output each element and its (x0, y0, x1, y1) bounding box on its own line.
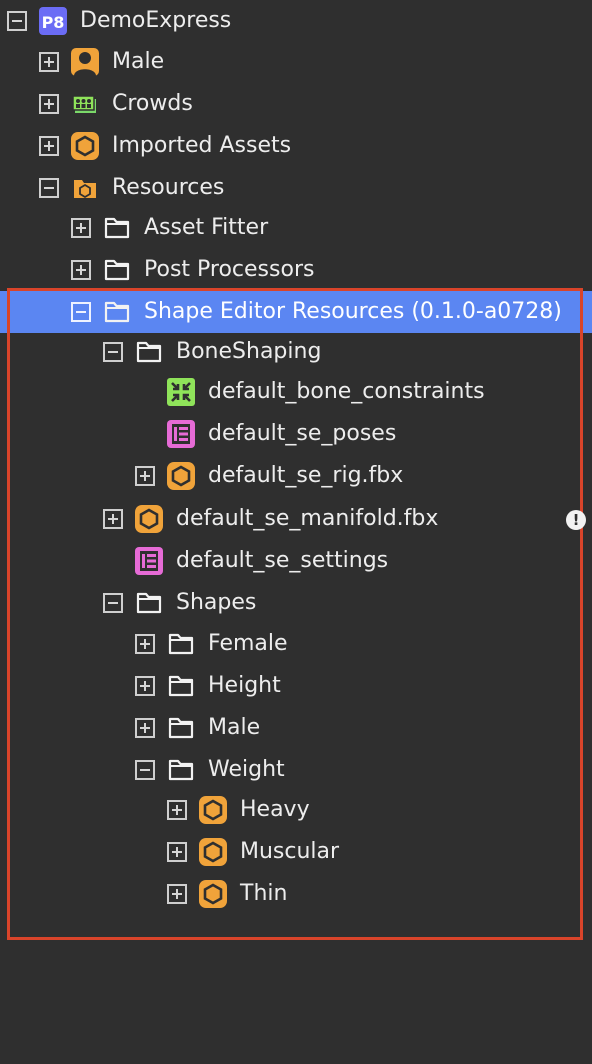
hexagon-asset-icon (71, 132, 99, 160)
collapse-toggle[interactable] (39, 178, 59, 198)
tree-item-male[interactable]: Male (0, 41, 592, 83)
expand-toggle[interactable] (167, 842, 187, 862)
hexagon-asset-icon (199, 796, 227, 824)
tree-item-post-processors[interactable]: Post Processors (0, 249, 592, 291)
tree-item-male[interactable]: Male (0, 707, 592, 749)
tree-item-label: default_bone_constraints (208, 379, 485, 404)
collapse-toggle[interactable] (7, 11, 27, 31)
tree-item-female[interactable]: Female (0, 623, 592, 665)
expand-toggle[interactable] (39, 136, 59, 156)
tree-item-muscular[interactable]: Muscular (0, 831, 592, 873)
expand-toggle[interactable] (39, 94, 59, 114)
tree-item-default-se-poses[interactable]: default_se_poses (0, 413, 592, 455)
tree-item-default-se-settings[interactable]: default_se_settings (0, 540, 592, 582)
collapse-toggle[interactable] (71, 302, 91, 322)
folder-icon (103, 214, 131, 242)
expand-toggle[interactable] (135, 676, 155, 696)
tree-item-default-se-manifold-fbx[interactable]: default_se_manifold.fbx (0, 498, 592, 540)
expand-toggle[interactable] (71, 260, 91, 280)
tree-item-label: Resources (112, 175, 225, 200)
tree-item-default-bone-constraints[interactable]: default_bone_constraints (0, 371, 592, 413)
svg-text:P8: P8 (42, 13, 65, 32)
tree-item-label: Post Processors (144, 257, 315, 282)
expand-toggle[interactable] (135, 634, 155, 654)
tree-item-height[interactable]: Height (0, 665, 592, 707)
tree-item-resources[interactable]: Resources (0, 167, 592, 209)
collapse-toggle[interactable] (103, 593, 123, 613)
expand-toggle[interactable] (103, 509, 123, 529)
hexagon-asset-icon (135, 505, 163, 533)
scene-tree: P8 DemoExpress Male Crowds Imported Assets Re… (0, 0, 592, 1064)
hexagon-asset-icon (167, 462, 195, 490)
tree-item-thin[interactable]: Thin (0, 873, 592, 915)
tree-item-label: Muscular (240, 839, 340, 864)
tree-item-label: Heavy (240, 797, 310, 822)
resources-folder-icon (71, 174, 99, 202)
tree-item-shapes[interactable]: Shapes (0, 582, 592, 624)
person-icon (71, 48, 99, 76)
tree-item-label: DemoExpress (80, 8, 232, 33)
folder-icon (167, 714, 195, 742)
tree-item-label: Female (208, 631, 288, 656)
tree-item-weight[interactable]: Weight (0, 749, 592, 791)
expand-toggle[interactable] (167, 884, 187, 904)
settings-doc-icon (135, 547, 163, 575)
folder-icon (135, 589, 163, 617)
tree-item-demoexpress[interactable]: P8 DemoExpress (0, 0, 592, 42)
tree-item-label: Crowds (112, 91, 193, 116)
constraints-icon (167, 378, 195, 406)
tree-item-label: Asset Fitter (144, 215, 269, 240)
folder-icon (103, 256, 131, 284)
tree-item-asset-fitter[interactable]: Asset Fitter (0, 207, 592, 249)
tree-item-imported-assets[interactable]: Imported Assets (0, 125, 592, 167)
folder-icon (167, 756, 195, 784)
collapse-toggle[interactable] (135, 760, 155, 780)
p8-icon: P8 (39, 7, 67, 35)
tree-item-label: Shape Editor Resources (0.1.0-a0728) (144, 299, 562, 324)
tree-item-label: Thin (240, 881, 288, 906)
folder-icon (135, 338, 163, 366)
tree-item-label: Male (208, 715, 261, 740)
tree-item-label: BoneShaping (176, 339, 322, 364)
hexagon-asset-icon (199, 838, 227, 866)
warning-icon[interactable]: ! (566, 510, 586, 530)
tree-item-label: Height (208, 673, 281, 698)
folder-icon (103, 298, 131, 326)
expand-toggle[interactable] (135, 466, 155, 486)
tree-item-label: default_se_rig.fbx (208, 463, 404, 488)
tree-item-label: Male (112, 49, 165, 74)
tree-item-crowds[interactable]: Crowds (0, 83, 592, 125)
expand-toggle[interactable] (135, 718, 155, 738)
tree-item-heavy[interactable]: Heavy (0, 789, 592, 831)
expand-toggle[interactable] (71, 218, 91, 238)
hexagon-asset-icon (199, 880, 227, 908)
tree-item-shape-editor-resources[interactable]: Shape Editor Resources (0.1.0-a0728) (0, 291, 592, 333)
tree-item-boneshaping[interactable]: BoneShaping (0, 331, 592, 373)
folder-icon (167, 672, 195, 700)
tree-item-label: Weight (208, 757, 285, 782)
collapse-toggle[interactable] (103, 342, 123, 362)
tree-item-label: Shapes (176, 590, 257, 615)
settings-doc-icon (167, 420, 195, 448)
crowd-icon (71, 90, 99, 118)
tree-item-label: default_se_manifold.fbx (176, 506, 439, 531)
tree-item-label: Imported Assets (112, 133, 292, 158)
folder-icon (167, 630, 195, 658)
expand-toggle[interactable] (39, 52, 59, 72)
tree-item-label: default_se_settings (176, 548, 389, 573)
tree-item-label: default_se_poses (208, 421, 397, 446)
expand-toggle[interactable] (167, 800, 187, 820)
tree-item-default-se-rig-fbx[interactable]: default_se_rig.fbx (0, 455, 592, 497)
